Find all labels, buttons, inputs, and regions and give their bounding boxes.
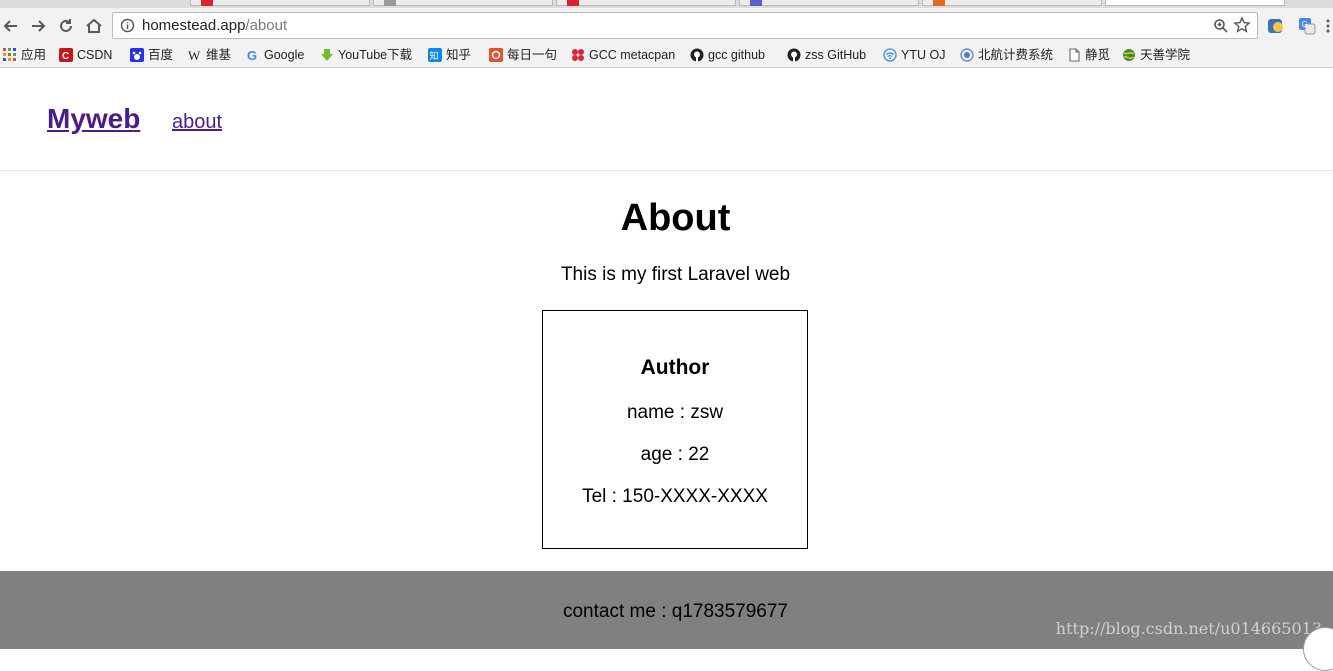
svg-text:G: G: [247, 48, 257, 62]
bookmarks-bar: 应用 C CSDN 百度 W 维基 G Google YouTube下载 知知乎 每日…: [0, 42, 1333, 68]
browser-tab[interactable]: [922, 0, 1102, 6]
bookmark-csdn[interactable]: C CSDN: [59, 46, 112, 64]
svg-text:G: G: [1302, 20, 1308, 29]
blog-watermark: http://blog.csdn.net/u014665013: [1055, 619, 1322, 638]
wifi-icon: [883, 48, 897, 62]
metacpan-icon: [572, 48, 584, 61]
menu-icon[interactable]: [1322, 15, 1333, 37]
daily-quote-icon: [489, 47, 503, 62]
bookmark-gcc-github[interactable]: gcc github: [690, 46, 765, 64]
author-age: age : 22: [640, 444, 710, 465]
tab-favicon-icon: [201, 0, 213, 6]
apps-grid-icon: [3, 47, 16, 61]
bookmark-daily-quote[interactable]: 每日一句: [489, 46, 557, 64]
bookmark-gcc-metacpan[interactable]: GCC metacpan: [571, 46, 675, 64]
author-card: Author name : zsw age : 22 Tel : 150-XXX…: [542, 310, 808, 549]
url-host: homestead.app: [142, 17, 246, 34]
svg-text:知: 知: [430, 50, 439, 62]
university-seal-icon: [960, 48, 974, 62]
google-icon: G: [247, 48, 257, 62]
translate-icon[interactable]: G: [1297, 16, 1317, 36]
bookmark-baidu[interactable]: 百度: [130, 46, 173, 64]
url-text[interactable]: homestead.app/about: [142, 17, 287, 34]
bookmark-label: gcc github: [708, 48, 765, 62]
bookmark-label: CSDN: [77, 48, 113, 62]
bookmark-label: YTU OJ: [901, 48, 946, 62]
bookmark-zhihu[interactable]: 知知乎: [428, 46, 471, 64]
extension-icon[interactable]: [1266, 16, 1286, 36]
feedback-bubble-icon[interactable]: [1303, 627, 1333, 671]
bookmark-label: YouTube下载: [338, 48, 413, 62]
browser-tab-active[interactable]: [1105, 0, 1285, 6]
bookmark-label: zss GitHub: [805, 48, 867, 62]
url-path: /about: [245, 17, 288, 34]
wikipedia-icon: W: [188, 48, 201, 62]
author-card-title: Author: [640, 356, 710, 379]
bookmark-ytu-oj[interactable]: YTU OJ: [883, 46, 945, 64]
nav-about-link[interactable]: about: [172, 111, 222, 134]
bookmark-label: 北航计费系统: [978, 48, 1054, 62]
author-name: name : zsw: [626, 402, 724, 423]
bookmark-label: 天善学院: [1140, 48, 1191, 62]
bookmark-jingmi[interactable]: 静觅: [1067, 46, 1110, 64]
brand-link[interactable]: Myweb: [47, 103, 140, 135]
bookmark-buaa-billing[interactable]: 北航计费系统: [960, 46, 1053, 64]
bookmark-label: 维基: [206, 48, 232, 62]
browser-tab[interactable]: [739, 0, 919, 6]
svg-text:W: W: [188, 48, 201, 62]
page-icon: [1069, 48, 1080, 62]
bookmark-google[interactable]: G Google: [246, 46, 304, 64]
reload-icon[interactable]: [55, 15, 77, 37]
page-subtitle: This is my first Laravel web: [560, 264, 791, 285]
browser-toolbar: homestead.app/about G: [0, 8, 1333, 42]
forward-arrow-icon[interactable]: [27, 15, 49, 37]
download-arrow-icon: [321, 48, 333, 61]
bookmark-apps[interactable]: 应用: [3, 46, 46, 64]
zhihu-icon: 知: [428, 47, 442, 62]
bookmark-label: 知乎: [446, 48, 472, 62]
site-navbar: Myweb about: [0, 69, 1333, 171]
tab-favicon-icon: [750, 0, 762, 6]
page-title: About: [620, 197, 731, 239]
tab-favicon-icon: [384, 0, 396, 6]
bookmark-star-icon[interactable]: [1233, 16, 1251, 34]
bookmark-zss-github[interactable]: zss GitHub: [787, 46, 866, 64]
tab-strip: [0, 0, 1333, 8]
svg-text:C: C: [62, 51, 69, 62]
browser-tab[interactable]: [190, 0, 370, 6]
zoom-icon[interactable]: [1213, 18, 1229, 34]
address-bar[interactable]: homestead.app/about: [112, 12, 1258, 39]
bookmark-label: 静觅: [1085, 48, 1111, 62]
home-icon[interactable]: [83, 15, 105, 37]
bookmark-label: Google: [264, 48, 305, 62]
browser-tab[interactable]: [373, 0, 553, 6]
info-icon[interactable]: [120, 18, 135, 33]
baidu-paw-icon: [130, 47, 144, 62]
tab-favicon-icon: [933, 0, 945, 6]
bookmark-label: GCC metacpan: [589, 48, 676, 62]
github-icon: [690, 48, 704, 62]
author-tel: Tel : 150-XXXX-XXXX: [582, 486, 768, 507]
bookmark-youtube-download[interactable]: YouTube下载: [320, 46, 412, 64]
browser-tab[interactable]: [556, 0, 736, 6]
bookmark-label: 百度: [148, 48, 174, 62]
back-arrow-icon[interactable]: [0, 15, 22, 37]
site-footer: contact me : q1783579677 http://blog.csd…: [0, 571, 1333, 671]
tab-favicon-icon: [567, 0, 579, 6]
bookmark-wiki[interactable]: W 维基: [188, 46, 231, 64]
bookmark-label: 应用: [21, 48, 47, 62]
csdn-icon: C: [59, 47, 73, 62]
bookmark-label: 每日一句: [507, 48, 558, 62]
globe-icon: [1123, 48, 1135, 61]
page-viewport: Myweb about About This is my first Larav…: [0, 69, 1333, 671]
bookmark-tianshan[interactable]: 天善学院: [1122, 46, 1190, 64]
github-icon: [787, 48, 801, 62]
